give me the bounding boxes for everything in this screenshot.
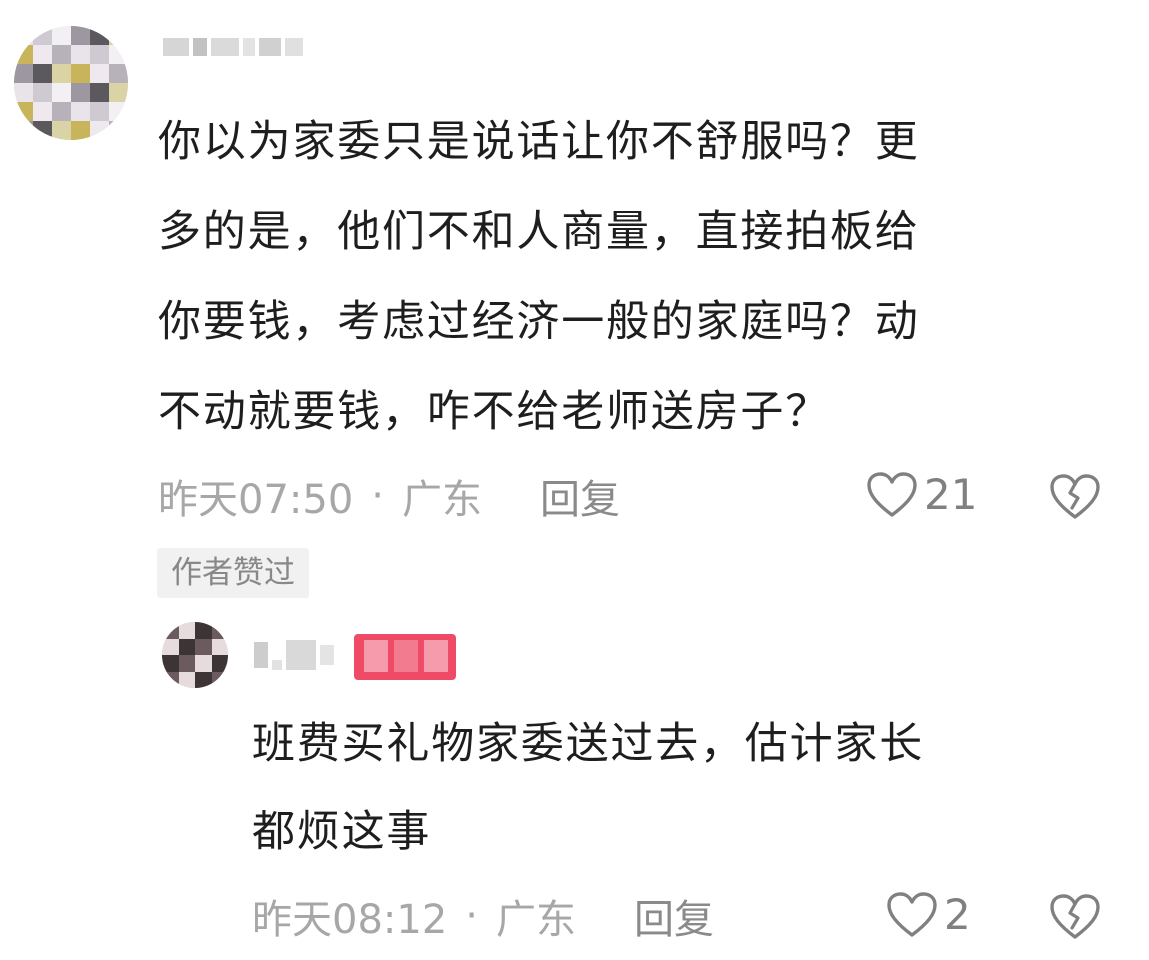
reply-meta: 昨天08:12 · 广东 回复 <box>252 886 714 946</box>
author-badge-text-blurred <box>364 640 448 672</box>
comment-meta: 昨天07:50 · 广东 回复 <box>158 466 620 526</box>
like-count: 21 <box>924 470 978 519</box>
pixelated-avatar-image <box>162 622 228 688</box>
comment-time: 昨天07:50 <box>158 477 354 523</box>
comment-text: 你以为家委只是说话让你不舒服吗？更 多的是，他们不和人商量，直接拍板给 你要钱，… <box>158 117 920 437</box>
broken-heart-icon[interactable] <box>1048 472 1102 522</box>
reply-like-count: 2 <box>944 890 971 939</box>
reply-button[interactable]: 回复 <box>540 467 620 525</box>
like-button[interactable]: 21 <box>866 470 977 519</box>
reply-location: 广东 <box>496 897 576 943</box>
comment-location: 广东 <box>402 477 482 523</box>
meta-separator: · <box>371 473 384 519</box>
replier-username-blurred[interactable] <box>254 640 334 670</box>
heart-outline-icon <box>887 891 937 937</box>
commenter-avatar[interactable] <box>14 26 128 140</box>
broken-heart-icon[interactable] <box>1048 892 1102 942</box>
author-liked-tag: 作者赞过 <box>157 548 309 598</box>
heart-outline-icon <box>867 471 917 517</box>
author-badge <box>354 634 456 680</box>
reply-reply-button[interactable]: 回复 <box>634 887 714 945</box>
replier-avatar[interactable] <box>162 622 228 688</box>
pixelated-avatar-image <box>14 26 128 140</box>
reply-like-button[interactable]: 2 <box>886 890 971 939</box>
meta-separator: · <box>465 893 478 939</box>
reply-text: 班费买礼物家委送过去，估计家长 都烦这事 <box>252 719 924 857</box>
reply-time: 昨天08:12 <box>252 897 448 943</box>
commenter-username-blurred[interactable] <box>163 38 303 56</box>
